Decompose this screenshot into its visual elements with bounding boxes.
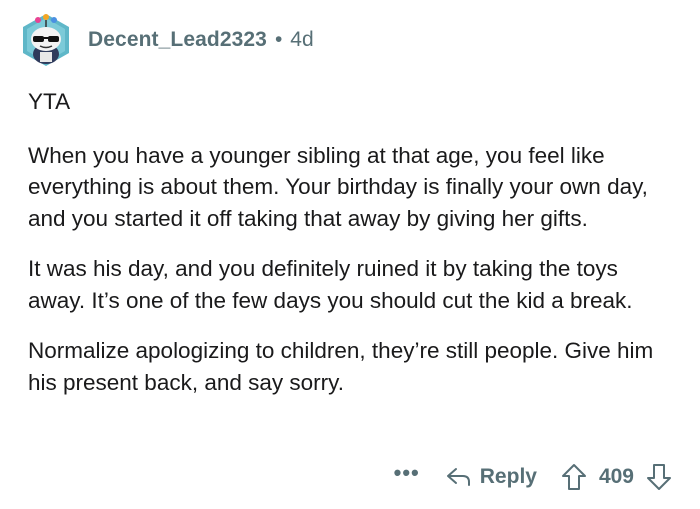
downvote-button[interactable] xyxy=(646,463,672,491)
reply-button[interactable]: Reply xyxy=(446,465,537,489)
downvote-arrow-icon xyxy=(647,464,671,490)
comment-paragraph: Normalize apologizing to children, they’… xyxy=(28,338,654,395)
vote-count: 409 xyxy=(598,465,634,488)
meta-separator: • xyxy=(274,28,283,51)
comment-actions: ••• Reply 409 xyxy=(394,460,672,494)
comment-paragraph: YTA xyxy=(28,89,71,114)
comment-age: 4d xyxy=(290,28,314,51)
comment-paragraph: When you have a younger sibling at that … xyxy=(28,142,648,231)
upvote-button[interactable] xyxy=(561,463,587,491)
upvote-arrow-icon xyxy=(561,464,586,490)
reply-label: Reply xyxy=(479,465,537,488)
more-options-button[interactable]: ••• xyxy=(394,462,420,484)
comment-paragraph: It was his day, and you definitely ruine… xyxy=(28,256,633,313)
username[interactable]: Decent_Lead2323 xyxy=(88,28,267,52)
comment-body: YTA When you have a younger sibling at t… xyxy=(28,86,678,417)
comment-header: Decent_Lead2323 • 4d xyxy=(18,12,314,68)
comment: Decent_Lead2323 • 4d YTA When you have a… xyxy=(0,0,700,509)
avatar[interactable] xyxy=(18,12,74,68)
reply-arrow-icon xyxy=(446,468,470,486)
